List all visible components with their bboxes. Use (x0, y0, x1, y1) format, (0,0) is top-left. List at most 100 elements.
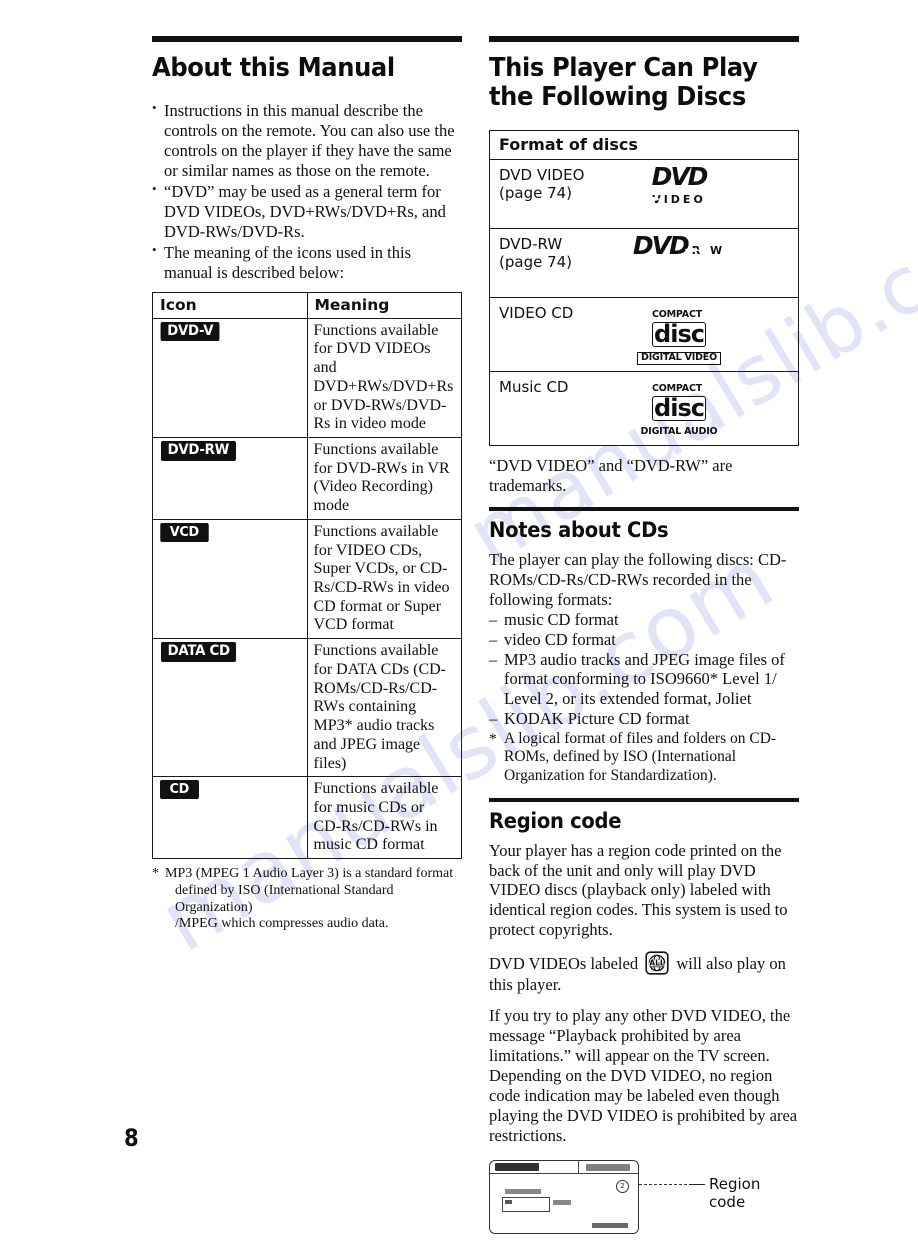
meaning-cell: Functions available for DVD-RWs in VR (V… (306, 437, 462, 520)
dvd-logo-wordmark: DVD (651, 162, 709, 192)
compact-disc-digital-audio-logo-icon: COMPACT disc DIGITAL AUDIO (627, 378, 731, 439)
disc-format-table: Format of discs DVD VIDEO (page 74) DVD … (489, 130, 799, 447)
ac-rating-mark (553, 1199, 571, 1205)
disc-row-video-cd: VIDEO CD COMPACT disc DIGITAL VIDEO (489, 297, 799, 373)
cd-logo-wordmark: disc (652, 394, 706, 422)
list-item: KODAK Picture CD format (489, 709, 799, 729)
table-header-row: Icon Meaning (152, 291, 462, 319)
table-row: DVD-V Functions available for DVD VIDEOs… (152, 317, 462, 439)
cd-logo-top-text: COMPACT (652, 383, 702, 395)
list-item: Instructions in this manual describe the… (152, 100, 462, 181)
region-code-mark: 2 (616, 1179, 629, 1193)
data-cd-badge-icon: DATA CD (160, 642, 237, 662)
table-row: DVD VIDEO (page 74) DVD VIDEO (489, 159, 799, 230)
manual-page: About this Manual Instructions in this m… (0, 0, 918, 1234)
cd-badge-icon: CD (160, 780, 199, 800)
column-header-format: Format of discs (489, 130, 799, 161)
list-item: video CD format (489, 630, 799, 650)
table-row: VCD Functions available for VIDEO CDs, S… (152, 518, 462, 640)
section-rule (489, 36, 799, 42)
disc-page-ref: (page 74) (499, 184, 573, 203)
cd-logo-top-text: COMPACT (652, 309, 702, 321)
disc-label: Music CD (499, 378, 619, 396)
meaning-cell: Functions available for music CDs or CD-… (306, 776, 462, 860)
table-row: DVD-RW (page 74) DVD R W (489, 228, 799, 299)
table-row: Music CD COMPACT disc DIGITAL AUDIO (489, 371, 799, 447)
ac-socket (502, 1196, 550, 1212)
sony-logo-mark (495, 1163, 539, 1172)
region-code-paragraph-3: If you try to play any other DVD VIDEO, … (489, 1006, 798, 1145)
player-rear-panel-illustration: 2 (489, 1159, 639, 1234)
disc-name-text: VIDEO CD (499, 304, 574, 323)
region-code-text-before-icon: DVD VIDEOs labeled (489, 954, 639, 974)
mp3-footnote: * MP3 (MPEG 1 Audio Layer 3) is a standa… (152, 866, 462, 933)
meaning-cell: Functions available for DVD VIDEOs and D… (306, 317, 462, 439)
meaning-cell: Functions available for VIDEO CDs, Super… (306, 518, 462, 640)
icon-cell: DVD-RW (152, 437, 308, 520)
disc-page-ref: (page 74) (499, 253, 573, 272)
compact-disc-digital-video-logo-icon: COMPACT disc DIGITAL VIDEO (627, 304, 731, 365)
column-header-icon: Icon (152, 291, 308, 319)
disc-name-text: Music CD (499, 378, 569, 397)
dvd-rw-badge-icon: DVD-RW (160, 441, 236, 461)
cd-logo-word-text: disc (652, 394, 706, 423)
callout-label-region-code: Region code (709, 1174, 761, 1211)
footnote-marker: * (152, 866, 159, 882)
iso-footnote: A logical format of files and folders on… (489, 730, 799, 786)
dvd-rw-logo-icon: DVD R W (627, 233, 731, 259)
column-header-meaning: Meaning (306, 291, 462, 319)
footnote-line: MP3 (MPEG 1 Audio Layer 3) is a standard… (165, 866, 454, 882)
disc-row-dvd-video: DVD VIDEO (page 74) DVD VIDEO (489, 159, 799, 230)
disc-label: DVD VIDEO (page 74) (499, 166, 619, 202)
list-item: The meaning of the icons used in this ma… (152, 242, 462, 283)
vcd-badge-icon: VCD (160, 522, 209, 543)
page-number: 8 (124, 1124, 139, 1152)
disc-label: VIDEO CD (499, 304, 619, 322)
dvd-logo-wordmark: DVD (632, 231, 690, 261)
list-item: music CD format (489, 610, 799, 630)
intro-bullet-list: Instructions in this manual describe the… (152, 100, 462, 283)
icon-cell: DATA CD (152, 638, 308, 778)
table-row: VIDEO CD COMPACT disc DIGITAL VIDEO (489, 297, 799, 373)
brand-footer-mark (592, 1222, 628, 1228)
table-header-row: Format of discs (489, 130, 799, 161)
right-column: This Player Can Play the Following Discs… (489, 36, 799, 1246)
list-item: “DVD” may be used as a general term for … (152, 181, 462, 242)
dvd-video-logo-icon: DVD VIDEO (627, 164, 731, 208)
region-code-paragraph-1: Your player has a region code printed on… (489, 840, 788, 940)
panel-divider (578, 1160, 580, 1174)
icon-meaning-table: Icon Meaning DVD-V Functions available f… (152, 291, 462, 860)
model-number-mark (586, 1163, 630, 1171)
disc-name-text: DVD-RW (499, 235, 563, 254)
table-row: DATA CD Functions available for DATA CDs… (152, 638, 462, 778)
region-all-icon: ALL (645, 951, 669, 975)
icon-cell: VCD (152, 518, 308, 640)
footnote-line: defined by ISO (International Standard O… (175, 882, 394, 915)
callout-solid-line (689, 1183, 705, 1185)
list-item: MP3 audio tracks and JPEG image files of… (489, 650, 799, 709)
notes-intro-text: The player can play the following discs:… (489, 550, 787, 610)
rear-panel-figure: 2 Region code (489, 1159, 799, 1246)
disc-row-music-cd: Music CD COMPACT disc DIGITAL AUDIO (489, 371, 799, 447)
section-rule (489, 797, 799, 802)
disc-name-text: DVD VIDEO (499, 166, 585, 185)
icon-cell: DVD-V (152, 317, 308, 439)
section-rule (489, 507, 799, 512)
section-title-notes-about-cds: Notes about CDs (489, 518, 669, 543)
table-row: DVD-RW Functions available for DVD-RWs i… (152, 437, 462, 520)
cd-logo-word-text: disc (652, 320, 706, 349)
cd-logo-wordmark: disc (652, 320, 706, 348)
trademark-note: “DVD VIDEO” and “DVD-RW” are trademarks. (489, 456, 733, 496)
socket-pin (505, 1199, 512, 1204)
disc-label: DVD-RW (page 74) (499, 235, 619, 271)
section-rule (152, 36, 462, 42)
cd-logo-bottom-text: DIGITAL VIDEO (637, 352, 721, 365)
cd-format-list: music CD format video CD format MP3 audi… (489, 610, 799, 729)
dvd-v-badge-icon: DVD-V (160, 321, 220, 342)
disc-row-dvd-rw: DVD-RW (page 74) DVD R W (489, 228, 799, 299)
meaning-cell: Functions available for DATA CDs (CD-ROM… (306, 638, 462, 778)
svg-text:ALL: ALL (649, 959, 665, 968)
page-title: About this Manual (152, 53, 395, 83)
left-column: About this Manual Instructions in this m… (152, 36, 462, 933)
dvd-logo-subtext: VIDEO (652, 193, 706, 207)
